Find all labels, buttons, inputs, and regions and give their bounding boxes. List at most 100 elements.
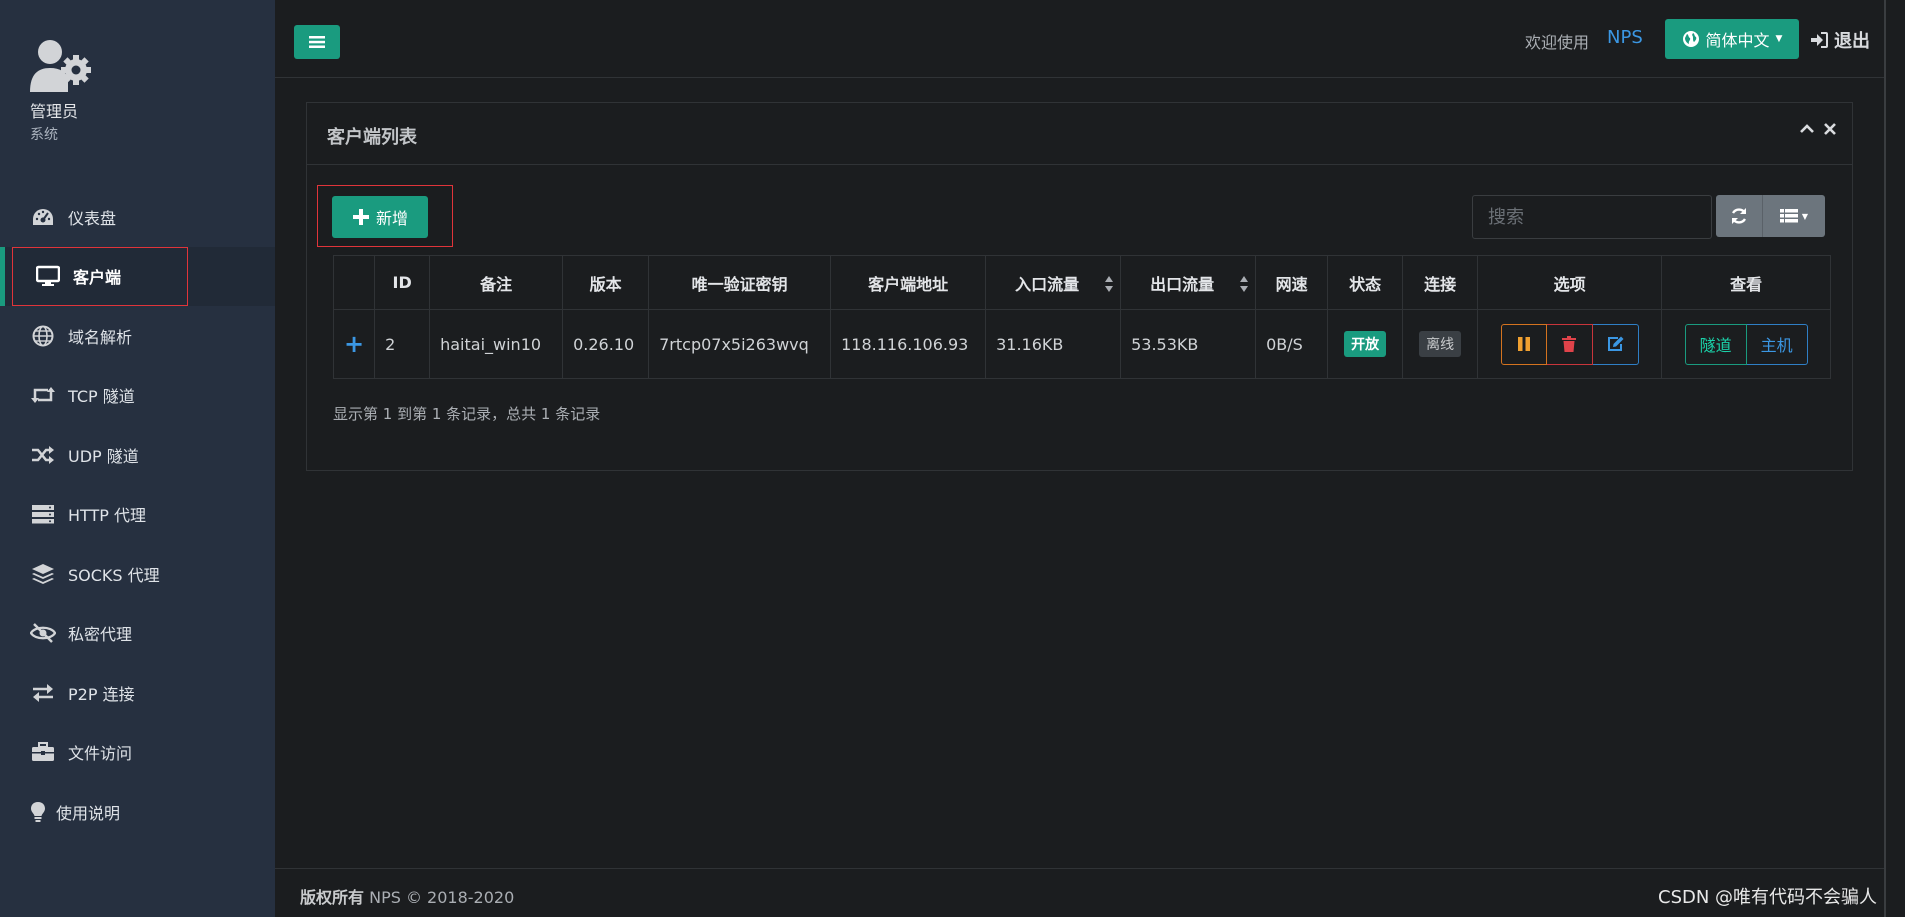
client-table: ID 备注 版本 唯一验证密钥 客户端地址 入口流量 出口流量 网速 状态 连接… <box>332 255 1832 379</box>
cell-connection: 离线 <box>1402 309 1479 379</box>
dashboard-icon <box>30 206 56 228</box>
copyright-text: NPS © 2018-2020 <box>369 888 515 907</box>
panel-title: 客户端列表 <box>327 127 417 148</box>
cell-key: 7rtcp07x5i263wvq <box>648 309 832 379</box>
scrollbar-track[interactable] <box>1884 0 1905 917</box>
sidebar: 管理员 系统 仪表盘 客户端 域名解析 TCP 隧道 UDP 隧道 HTTP 代… <box>0 0 275 917</box>
sidebar-nav: 仪表盘 客户端 域名解析 TCP 隧道 UDP 隧道 HTTP 代理 SOCKS… <box>0 187 275 842</box>
status-badge: 开放 <box>1344 331 1387 357</box>
caret-down-icon: ▼ <box>1801 211 1809 221</box>
sidebar-item-help[interactable]: 使用说明 <box>0 782 275 842</box>
sidebar-item-tcp[interactable]: TCP 隧道 <box>0 366 275 426</box>
sort-icon <box>1240 276 1249 292</box>
view-host-button[interactable]: 主机 <box>1746 323 1808 365</box>
sidebar-item-label: 文件访问 <box>68 744 133 764</box>
column-header-connection: 连接 <box>1402 255 1479 310</box>
sidebar-item-files[interactable]: 文件访问 <box>0 723 275 783</box>
sidebar-item-label: TCP 隧道 <box>68 387 135 407</box>
column-header-view: 查看 <box>1661 255 1832 310</box>
chevron-up-icon[interactable] <box>1800 124 1814 134</box>
table-header-row: ID 备注 版本 唯一验证密钥 客户端地址 入口流量 出口流量 网速 状态 连接… <box>332 255 1832 310</box>
sidebar-item-private[interactable]: 私密代理 <box>0 604 275 664</box>
edit-icon <box>1607 336 1624 351</box>
sidebar-item-udp[interactable]: UDP 隧道 <box>0 425 275 485</box>
cell-version: 0.26.10 <box>562 309 650 379</box>
cell-remark: haitai_win10 <box>429 309 564 379</box>
footer: 版权所有 NPS © 2018-2020 <box>275 868 1884 917</box>
panel-header: 客户端列表 <box>307 103 1852 165</box>
cell-view: 隧道 主机 <box>1661 309 1832 379</box>
sidebar-item-label: UDP 隧道 <box>68 446 139 466</box>
sign-in-icon <box>1811 32 1828 48</box>
language-dropdown[interactable]: 简体中文 ▼ <box>1665 19 1799 59</box>
cell-id: 2 <box>374 309 431 379</box>
edit-button[interactable] <box>1592 323 1639 365</box>
sidebar-item-p2p[interactable]: P2P 连接 <box>0 663 275 723</box>
table-toolbar: ▼ <box>1716 195 1825 237</box>
delete-button[interactable] <box>1546 323 1593 365</box>
sidebar-item-label: 私密代理 <box>68 625 133 645</box>
user-gear-icon <box>30 38 100 94</box>
copyright-label: 版权所有 <box>300 888 365 907</box>
column-header-id: ID <box>374 255 431 310</box>
cell-in-flow: 31.16KB <box>985 309 1122 379</box>
refresh-icon <box>1731 208 1747 224</box>
refresh-button[interactable] <box>1716 195 1763 237</box>
globe-icon <box>30 325 56 347</box>
pause-button[interactable] <box>1500 323 1547 365</box>
column-header-out-flow[interactable]: 出口流量 <box>1120 255 1257 310</box>
column-header-status: 状态 <box>1327 255 1404 310</box>
language-label: 简体中文 <box>1705 31 1770 50</box>
lightbulb-icon <box>30 801 46 823</box>
cell-out-flow: 53.53KB <box>1120 309 1257 379</box>
panel-tools <box>1800 123 1836 135</box>
sidebar-item-label: P2P 连接 <box>68 684 135 704</box>
user-role: 系统 <box>30 127 58 143</box>
view-tunnel-button[interactable]: 隧道 <box>1684 323 1747 365</box>
layers-icon <box>30 563 56 585</box>
connection-badge: 离线 <box>1419 331 1462 357</box>
watermark: CSDN @唯有代码不会骗人 <box>1658 887 1878 908</box>
add-label: 新增 <box>375 209 408 228</box>
sidebar-item-clients[interactable]: 客户端 <box>0 246 275 306</box>
column-header-options: 选项 <box>1477 255 1663 310</box>
pagination-info: 显示第 1 到第 1 条记录，总共 1 条记录 <box>333 405 601 423</box>
column-header-label: 入口流量 <box>1015 274 1080 294</box>
cell-status: 开放 <box>1327 309 1404 379</box>
plus-icon <box>352 209 369 225</box>
welcome-text: 欢迎使用 <box>1525 33 1590 52</box>
globe-icon <box>1682 31 1699 47</box>
expand-row-button[interactable]: + <box>332 309 376 379</box>
server-icon <box>30 503 56 525</box>
sidebar-item-domain[interactable]: 域名解析 <box>0 306 275 366</box>
sidebar-item-http[interactable]: HTTP 代理 <box>0 485 275 545</box>
sidebar-item-dashboard[interactable]: 仪表盘 <box>0 187 275 247</box>
column-header-version: 版本 <box>562 255 650 310</box>
column-header-expand <box>332 255 376 310</box>
add-client-button[interactable]: 新增 <box>332 196 428 238</box>
column-header-label: 出口流量 <box>1150 274 1215 294</box>
logout-label: 退出 <box>1834 31 1870 52</box>
search-input[interactable] <box>1472 195 1712 239</box>
columns-toggle-button[interactable]: ▼ <box>1763 195 1825 237</box>
shuffle-icon <box>30 444 56 466</box>
close-icon[interactable] <box>1824 123 1836 135</box>
column-header-key: 唯一验证密钥 <box>648 255 832 310</box>
user-name: 管理员 <box>30 102 79 121</box>
sidebar-item-socks[interactable]: SOCKS 代理 <box>0 544 275 604</box>
column-header-in-flow[interactable]: 入口流量 <box>985 255 1122 310</box>
retweet-icon <box>30 384 56 406</box>
sidebar-item-label: 仪表盘 <box>68 208 117 228</box>
brand-link[interactable]: NPS <box>1607 27 1643 48</box>
cell-options <box>1477 309 1663 379</box>
menu-toggle-button[interactable] <box>294 25 340 59</box>
sidebar-item-label: SOCKS 代理 <box>68 565 160 585</box>
sidebar-item-label: 客户端 <box>73 268 122 288</box>
user-profile: 管理员 系统 <box>30 38 100 143</box>
hamburger-icon <box>309 36 325 48</box>
cell-address: 118.116.106.93 <box>830 309 987 379</box>
view-button-group: 隧道 主机 <box>1684 323 1808 365</box>
logout-button[interactable]: 退出 <box>1810 27 1870 53</box>
sidebar-item-label: HTTP 代理 <box>68 506 147 526</box>
column-header-address: 客户端地址 <box>830 255 987 310</box>
